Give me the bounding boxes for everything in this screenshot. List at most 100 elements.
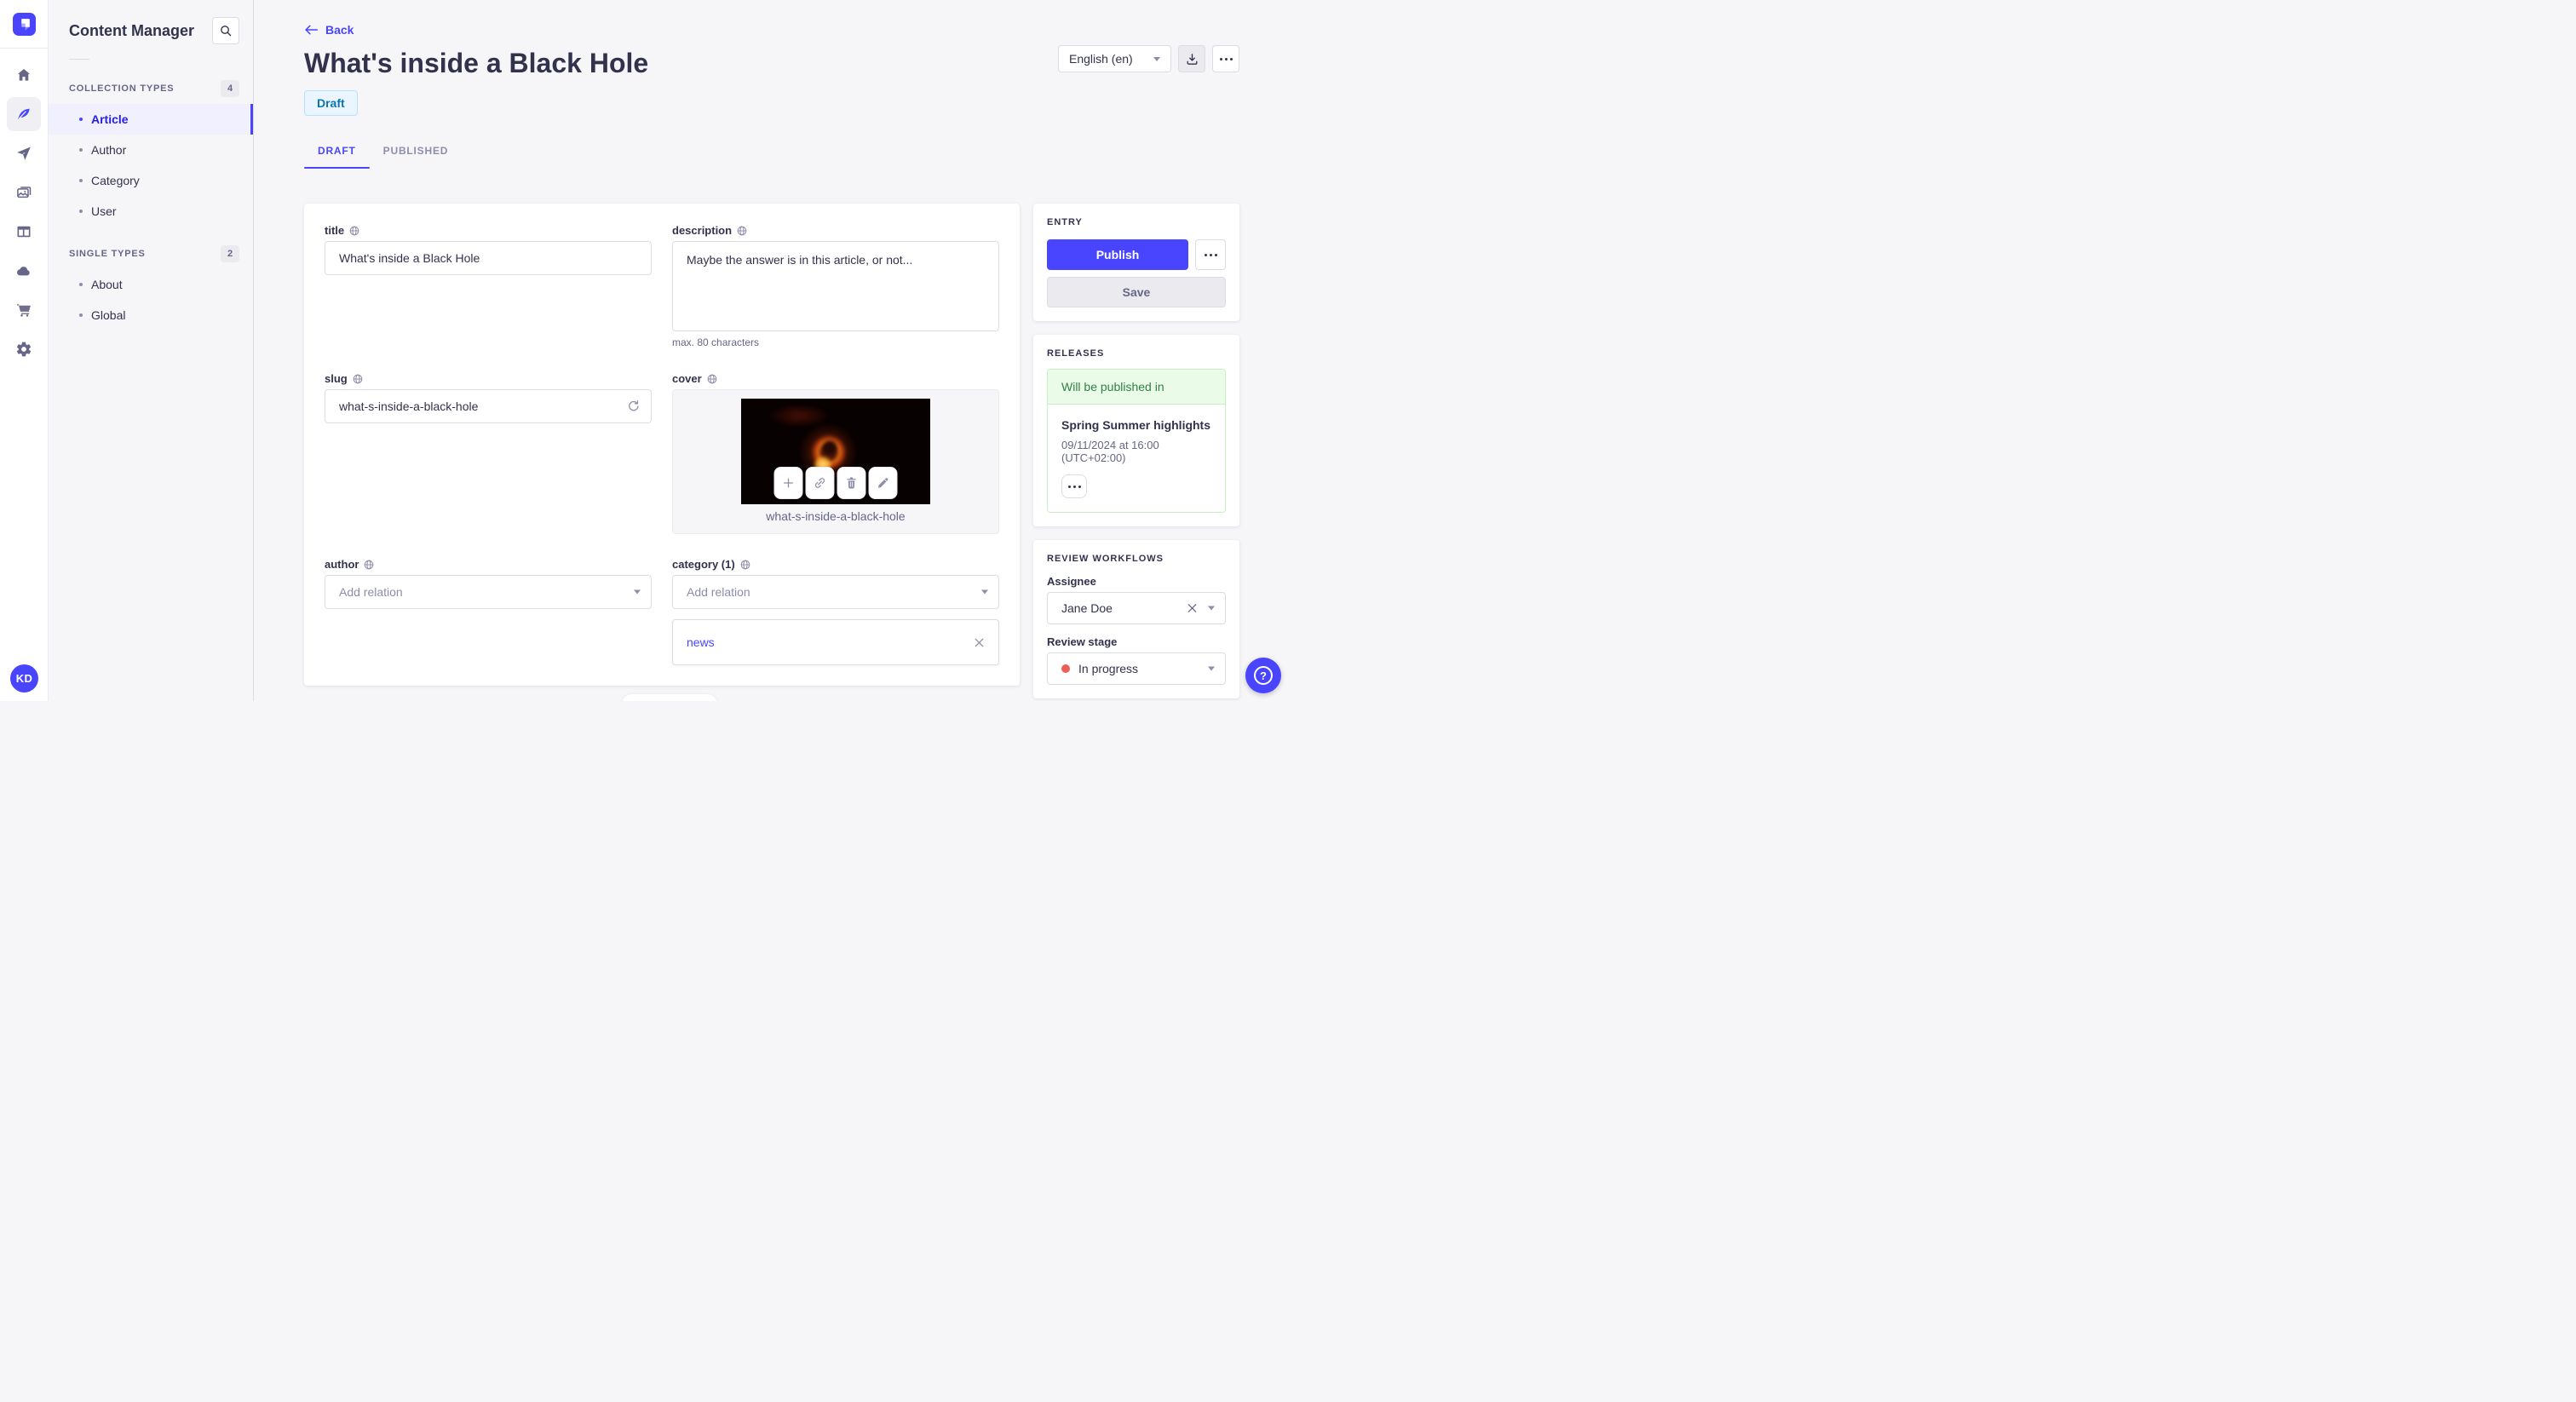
back-button[interactable]: Back (304, 23, 372, 37)
copy-link-button[interactable] (805, 467, 835, 499)
publish-button[interactable]: Publish (1047, 239, 1188, 270)
chevron-down-icon (634, 589, 641, 595)
sidebar-item-about[interactable]: About (49, 269, 253, 300)
tab-draft[interactable]: DRAFT (304, 136, 370, 169)
entry-panel: ENTRY Publish Save (1033, 204, 1239, 321)
stage-value: In progress (1078, 662, 1139, 675)
category-relation-item[interactable]: news (672, 619, 999, 665)
assignee-select[interactable]: Jane Doe (1047, 592, 1226, 624)
add-media-button[interactable] (773, 467, 803, 499)
title-value: What's inside a Black Hole (339, 251, 480, 265)
sidebar-item-author[interactable]: Author (49, 135, 253, 165)
version-tabs: DRAFT PUBLISHED (304, 136, 1239, 169)
locale-select[interactable]: English (en) (1058, 45, 1171, 72)
sidebar-item-global[interactable]: Global (49, 300, 253, 330)
export-button[interactable] (1178, 45, 1205, 72)
paper-plane-icon (15, 145, 32, 162)
chevron-down-icon (981, 589, 988, 595)
content-manager-sidebar: Content Manager COLLECTION TYPES 4 Artic… (49, 0, 254, 701)
chevron-down-icon (1208, 666, 1215, 671)
ellipsis-icon (1209, 253, 1212, 256)
field-cover: cover what-s-inside-a-black-hole (672, 372, 999, 534)
globe-icon (737, 226, 747, 236)
help-button[interactable]: ? (1245, 658, 1281, 693)
nav-deploy-button[interactable] (7, 254, 41, 288)
sidebar-item-label: Global (91, 308, 126, 322)
review-stage-select[interactable]: In progress (1047, 652, 1226, 685)
tab-published[interactable]: PUBLISHED (370, 136, 463, 169)
plus-icon (781, 475, 796, 491)
author-label: author (325, 558, 359, 571)
description-value: Maybe the answer is in this article, or … (687, 253, 913, 267)
sidebar-item-user[interactable]: User (49, 196, 253, 227)
gear-icon (15, 341, 32, 358)
back-arrow-icon (304, 24, 319, 36)
description-textarea[interactable]: Maybe the answer is in this article, or … (672, 241, 999, 331)
bullet-icon (79, 179, 83, 182)
release-more-button[interactable] (1061, 474, 1087, 498)
nav-releases-button[interactable] (7, 136, 41, 170)
entry-more-button[interactable] (1195, 239, 1226, 270)
close-icon (1187, 603, 1198, 614)
rail-nav (0, 58, 48, 366)
relation-link-news[interactable]: news (687, 635, 715, 649)
field-slug: slug what-s-inside-a-black-hole (325, 372, 652, 423)
sidebar-item-article[interactable]: Article (49, 104, 253, 135)
nav-home-button[interactable] (7, 58, 41, 92)
globe-icon (349, 226, 359, 236)
refresh-icon (626, 399, 641, 414)
search-button[interactable] (212, 17, 239, 44)
category-relation-select[interactable]: Add relation (672, 575, 999, 609)
title-input[interactable]: What's inside a Black Hole (325, 241, 652, 275)
nav-content-type-builder-button[interactable] (7, 215, 41, 249)
chevron-down-icon (1153, 56, 1160, 61)
header-actions: English (en) (1058, 45, 1239, 72)
nav-settings-button[interactable] (7, 332, 41, 366)
remove-relation-button[interactable] (974, 637, 985, 648)
search-icon (219, 24, 233, 37)
nav-media-library-button[interactable] (7, 175, 41, 210)
locale-value: English (en) (1069, 52, 1133, 66)
category-placeholder: Add relation (687, 585, 750, 599)
link-icon (813, 475, 828, 491)
delete-media-button[interactable] (837, 467, 866, 499)
user-avatar[interactable]: KD (10, 664, 38, 692)
assignee-value: Jane Doe (1061, 601, 1113, 615)
clear-assignee-button[interactable] (1187, 603, 1198, 614)
question-mark-icon: ? (1254, 666, 1273, 685)
edit-media-button[interactable] (868, 467, 898, 499)
globe-icon (353, 374, 363, 384)
bottom-panel-peek (622, 694, 717, 701)
layout-icon (15, 223, 32, 240)
section-label: COLLECTION TYPES (69, 83, 175, 94)
nav-content-manager-button[interactable] (7, 97, 41, 131)
save-button[interactable]: Save (1047, 277, 1226, 307)
field-category: category (1) Add relation news (672, 558, 999, 665)
more-actions-button[interactable] (1212, 45, 1239, 72)
slug-value: what-s-inside-a-black-hole (339, 399, 479, 413)
strapi-logo-button[interactable] (12, 12, 36, 36)
review-stage-label: Review stage (1047, 635, 1118, 648)
trash-icon (844, 475, 860, 491)
sidebar-item-label: User (91, 204, 117, 218)
author-relation-select[interactable]: Add relation (325, 575, 652, 609)
nav-marketplace-button[interactable] (7, 293, 41, 327)
release-status: Will be published in (1048, 370, 1225, 405)
slug-input[interactable]: what-s-inside-a-black-hole (325, 389, 652, 423)
cover-image-black-hole[interactable] (741, 399, 930, 504)
sidebar-title: Content Manager (69, 21, 195, 39)
globe-icon (740, 560, 750, 570)
sidebar-item-category[interactable]: Category (49, 165, 253, 196)
releases-panel-title: RELEASES (1047, 348, 1105, 359)
media-library-icon (15, 184, 32, 201)
main-content: Back What's inside a Black Hole English … (254, 0, 1288, 701)
field-description: description Maybe the answer is in this … (672, 224, 999, 348)
sidebar-item-label: Author (91, 143, 127, 157)
author-placeholder: Add relation (339, 585, 403, 599)
regenerate-slug-button[interactable] (626, 399, 641, 414)
bullet-icon (79, 148, 83, 152)
release-date: 09/11/2024 at 16:00 (UTC+02:00) (1061, 439, 1159, 464)
field-title: title What's inside a Black Hole (325, 224, 652, 275)
strapi-admin-app: KD Content Manager COLLECTION TYPES 4 Ar… (0, 0, 1288, 701)
stage-dot-icon (1061, 664, 1070, 673)
